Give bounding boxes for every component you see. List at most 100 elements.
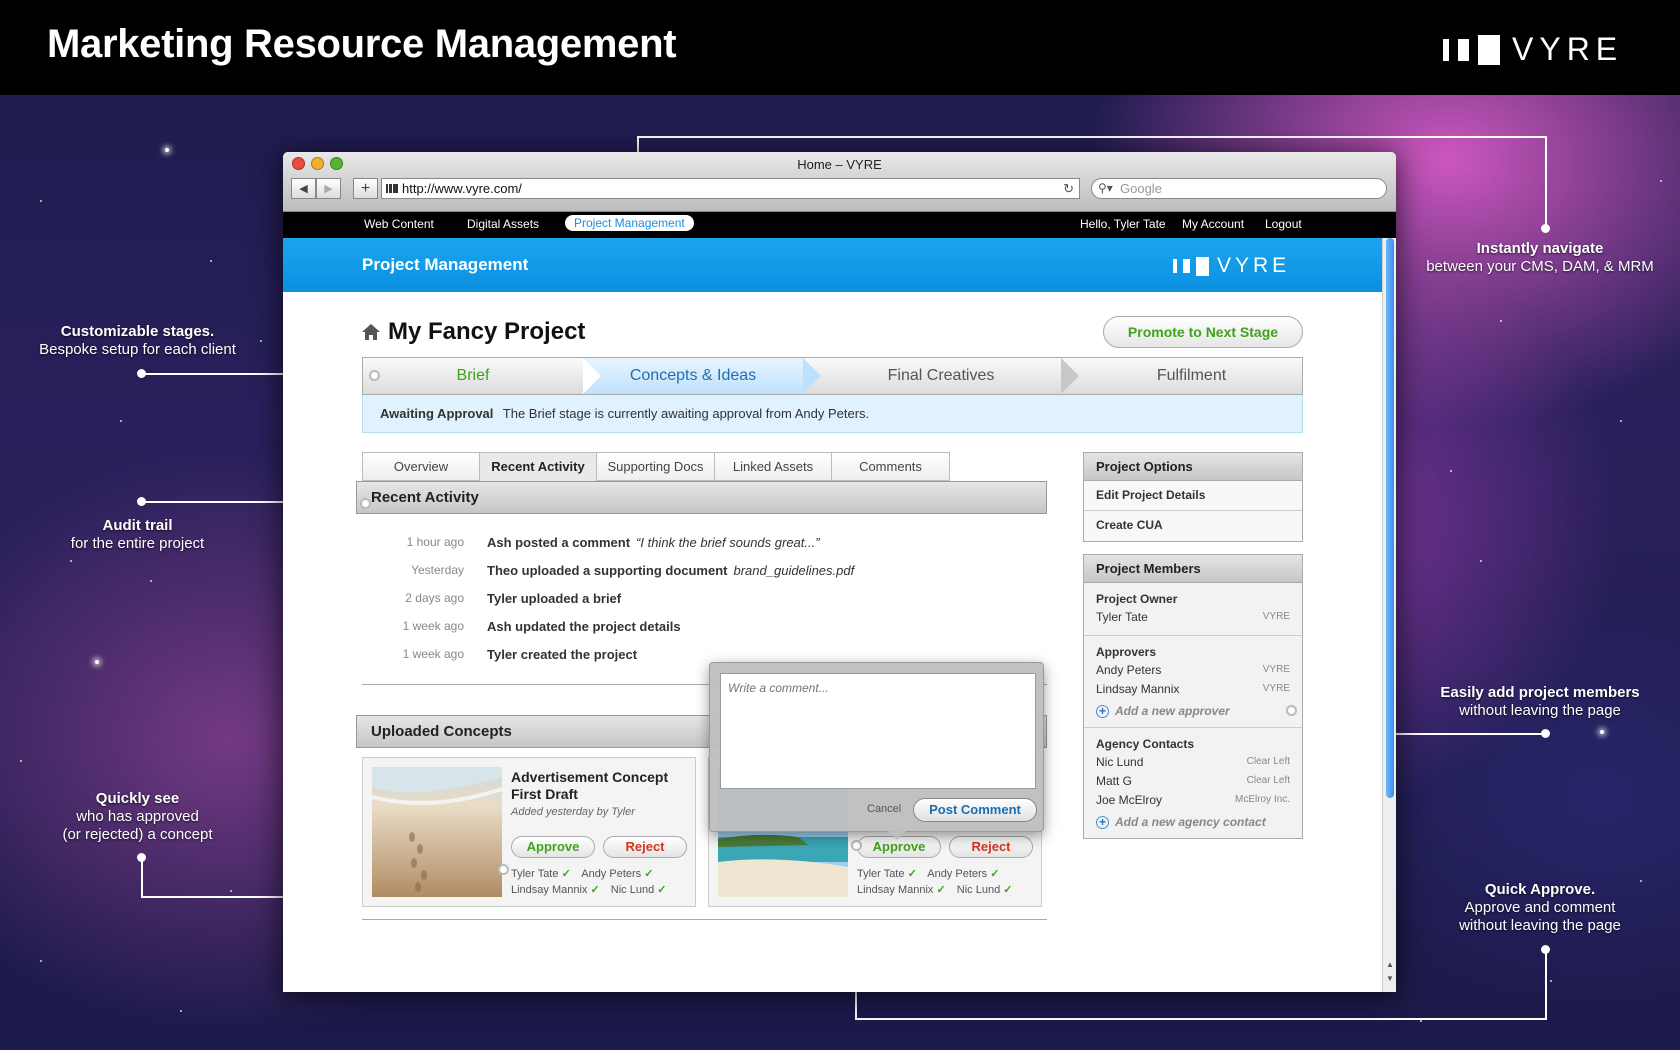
stage-brief[interactable]: Brief xyxy=(363,358,583,394)
activity-time: Yesterday xyxy=(411,563,464,577)
check-icon: ✓ xyxy=(936,884,946,896)
callout-dot xyxy=(360,498,371,509)
notice-status: Awaiting Approval xyxy=(380,406,494,421)
check-icon: ✓ xyxy=(990,868,1000,880)
callout-dot xyxy=(137,369,146,378)
approve-button[interactable]: Approve xyxy=(511,836,595,858)
callout-line xyxy=(1545,950,1547,1020)
add-agency-contact-link[interactable]: + Add a new agency contact xyxy=(1096,812,1290,832)
nav-my-account[interactable]: My Account xyxy=(1182,217,1244,231)
member-row[interactable]: Nic Lund Clear Left xyxy=(1096,755,1290,774)
list-item: Yesterday Theo uploaded a supporting doc… xyxy=(362,563,962,591)
member-name: Tyler Tate xyxy=(1096,610,1148,624)
home-icon[interactable] xyxy=(362,324,380,340)
member-row[interactable]: Lindsay Mannix VYRE xyxy=(1096,682,1290,701)
project-tabs: Overview Recent Activity Supporting Docs… xyxy=(362,452,950,481)
approver-status: Tyler Tate ✓ Andy Peters ✓ Lindsay Manni… xyxy=(511,866,696,898)
annotation-members: Easily add project members without leavi… xyxy=(1440,684,1640,719)
stage-separator xyxy=(1061,358,1079,394)
approver-nic: Nic Lund ✓ xyxy=(956,884,1013,896)
edit-project-details-link[interactable]: Edit Project Details xyxy=(1084,481,1302,511)
browser-titlebar: Home – VYRE ◀ ▶ + http://www.vyre.com/ ↻… xyxy=(283,152,1396,212)
nav-project-management[interactable]: Project Management xyxy=(565,215,694,231)
member-row[interactable]: Joe McElroy McElroy Inc. xyxy=(1096,793,1290,812)
scroll-down-icon[interactable]: ▼ xyxy=(1386,974,1394,983)
stage-concepts-ideas[interactable]: Concepts & Ideas xyxy=(583,358,803,394)
add-icon: + xyxy=(1096,815,1109,829)
tab-comments[interactable]: Comments xyxy=(832,452,950,481)
address-bar[interactable]: http://www.vyre.com/ ↻ xyxy=(381,178,1080,199)
agency-heading: Agency Contacts xyxy=(1096,737,1195,751)
post-comment-button[interactable]: Post Comment xyxy=(913,798,1037,822)
check-icon: ✓ xyxy=(657,884,667,896)
member-name: Lindsay Mannix xyxy=(1096,682,1180,696)
nav-logout[interactable]: Logout xyxy=(1265,217,1302,231)
tab-overview[interactable]: Overview xyxy=(362,452,480,481)
comment-popup: Cancel Post Comment xyxy=(709,662,1044,840)
stage-bar: Brief Concepts & Ideas Final Creatives F… xyxy=(362,357,1303,395)
activity-text: Theo uploaded a supporting document brand… xyxy=(487,563,855,578)
tab-linked-assets[interactable]: Linked Assets xyxy=(715,452,832,481)
tab-recent-activity[interactable]: Recent Activity xyxy=(480,452,597,481)
add-approver-link[interactable]: + Add a new approver xyxy=(1096,701,1297,721)
callout-line xyxy=(637,136,1547,138)
check-icon: ✓ xyxy=(907,868,917,880)
reload-icon[interactable]: ↻ xyxy=(1063,179,1074,198)
nav-web-content[interactable]: Web Content xyxy=(364,217,434,231)
concept-title: Advertisement Concept First Draft xyxy=(511,769,669,802)
tab-supporting-docs[interactable]: Supporting Docs xyxy=(597,452,715,481)
search-placeholder: Google xyxy=(1120,181,1162,196)
stage-final-creatives[interactable]: Final Creatives xyxy=(821,358,1061,394)
annotation-audit: Audit trail for the entire project xyxy=(70,517,205,552)
create-cua-link[interactable]: Create CUA xyxy=(1084,511,1302,541)
stage-fulfilment[interactable]: Fulfilment xyxy=(1079,358,1304,394)
member-row[interactable]: Matt G Clear Left xyxy=(1096,774,1290,793)
member-org: McElroy Inc. xyxy=(1234,794,1290,805)
approvers-group: Approvers Andy Peters VYRE Lindsay Manni… xyxy=(1084,636,1302,728)
project-options-heading: Project Options xyxy=(1084,453,1302,481)
activity-text: Ash updated the project details xyxy=(487,619,681,634)
forward-icon[interactable]: ▶ xyxy=(316,178,341,199)
activity-time: 2 days ago xyxy=(405,591,464,605)
member-org: VYRE xyxy=(1262,611,1290,622)
member-row[interactable]: Andy Peters VYRE xyxy=(1096,663,1290,682)
check-icon: ✓ xyxy=(561,868,571,880)
reject-button[interactable]: Reject xyxy=(603,836,687,858)
callout-dot xyxy=(1286,705,1297,716)
member-name: Nic Lund xyxy=(1096,755,1144,769)
callout-line xyxy=(855,1018,1547,1020)
activity-time: 1 hour ago xyxy=(406,535,464,549)
callout-dot xyxy=(498,864,509,875)
annotation-quick-see: Quickly see who has approved (or rejecte… xyxy=(62,790,213,843)
greeting: Hello, Tyler Tate xyxy=(1080,217,1166,231)
callout-dot xyxy=(1541,945,1550,954)
cancel-button[interactable]: Cancel xyxy=(867,803,901,815)
page-scrollbar[interactable]: ▲ ▼ xyxy=(1382,238,1396,992)
callout-line xyxy=(141,857,143,897)
reject-button[interactable]: Reject xyxy=(949,836,1033,858)
approver-status: Tyler Tate ✓ Andy Peters ✓ Lindsay Manni… xyxy=(857,866,1042,898)
project-title: My Fancy Project xyxy=(388,318,586,345)
document-link[interactable]: brand_guidelines.pdf xyxy=(734,563,855,578)
search-field[interactable]: ⚲▾ Google xyxy=(1091,178,1387,199)
back-icon[interactable]: ◀ xyxy=(291,178,316,199)
nav-digital-assets[interactable]: Digital Assets xyxy=(467,217,539,231)
comment-input[interactable] xyxy=(720,673,1036,789)
banner-title: Marketing Resource Management xyxy=(47,22,677,66)
promote-stage-button[interactable]: Promote to Next Stage xyxy=(1103,316,1303,348)
callout-dot xyxy=(851,840,862,851)
concept-thumbnail[interactable] xyxy=(372,767,502,897)
member-row[interactable]: Tyler Tate VYRE xyxy=(1096,610,1290,629)
notice-text: The Brief stage is currently awaiting ap… xyxy=(502,406,870,421)
approver-tyler: Tyler Tate ✓ xyxy=(511,868,571,880)
check-icon: ✓ xyxy=(590,884,600,896)
scroll-up-icon[interactable]: ▲ xyxy=(1386,960,1394,969)
vyre-logo: VYRE xyxy=(1443,31,1623,68)
scrollbar-thumb[interactable] xyxy=(1386,238,1394,798)
activity-text: Ash posted a comment “I think the brief s… xyxy=(487,535,820,550)
callout-dot xyxy=(369,370,380,381)
owner-heading: Project Owner xyxy=(1096,592,1178,606)
list-item: 1 hour ago Ash posted a comment “I think … xyxy=(362,535,962,563)
add-bookmark-button[interactable]: + xyxy=(353,178,378,199)
member-name: Matt G xyxy=(1096,774,1133,788)
